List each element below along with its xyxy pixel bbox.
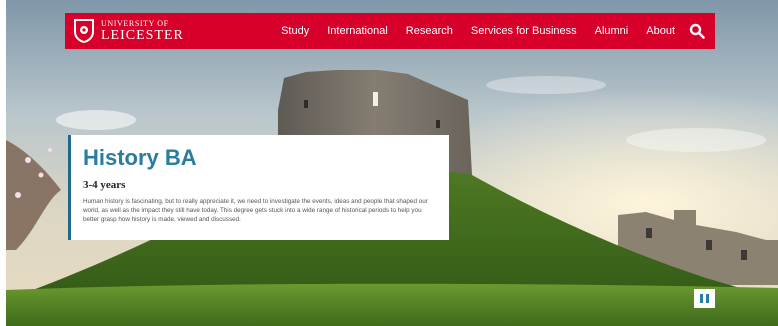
nav-link-international[interactable]: International	[327, 25, 388, 37]
nav-link-research[interactable]: Research	[406, 25, 453, 37]
course-duration: 3-4 years	[83, 179, 126, 191]
nav-link-study[interactable]: Study	[281, 25, 309, 37]
university-logo[interactable]: UNIVERSITY OF LEICESTER	[73, 13, 184, 49]
slideshow-pause-button[interactable]	[694, 289, 715, 308]
search-icon[interactable]	[689, 23, 705, 39]
page: UNIVERSITY OF LEICESTER Study Internatio…	[0, 0, 778, 326]
nav-link-about[interactable]: About	[646, 25, 675, 37]
main-navigation-bar: UNIVERSITY OF LEICESTER Study Internatio…	[65, 13, 715, 49]
university-wordmark: UNIVERSITY OF LEICESTER	[101, 18, 184, 43]
pause-icon	[699, 294, 711, 303]
wordmark-line1: UNIVERSITY OF	[101, 18, 169, 28]
nav-menu: Study International Research Services fo…	[281, 23, 705, 39]
hero-banner: UNIVERSITY OF LEICESTER Study Internatio…	[6, 0, 778, 326]
shield-crest-icon	[74, 19, 94, 43]
nav-link-services-for-business[interactable]: Services for Business	[471, 25, 577, 37]
course-description: Human history is fascinating, but to rea…	[83, 198, 428, 223]
course-title: History BA	[83, 145, 197, 170]
wordmark-line2: LEICESTER	[101, 27, 184, 43]
nav-link-alumni[interactable]: Alumni	[595, 25, 629, 37]
course-summary-card: History BA 3-4 years Human history is fa…	[68, 135, 449, 240]
